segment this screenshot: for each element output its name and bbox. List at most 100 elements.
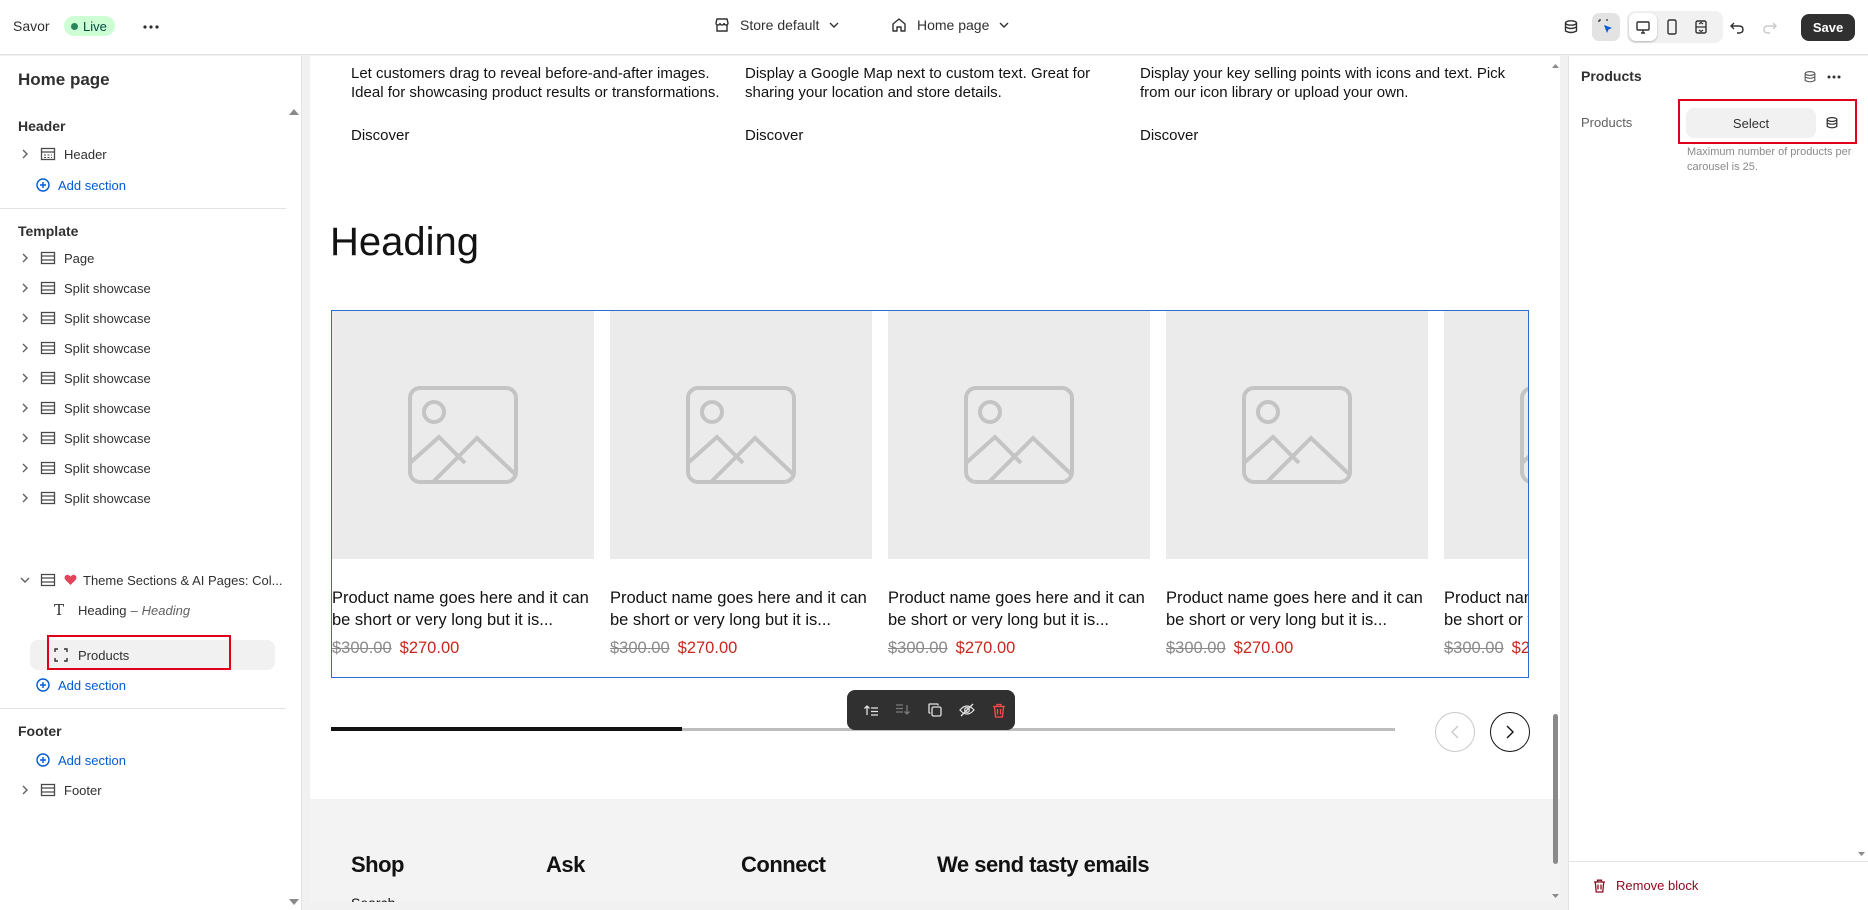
footer-link[interactable]: Search	[351, 894, 395, 902]
product-carousel[interactable]: Product name goes here and it can be sho…	[331, 310, 1529, 678]
product-image[interactable]	[332, 311, 594, 559]
product-card[interactable]: Product name goes here and it can be sho…	[888, 311, 1150, 658]
progress-fill	[331, 727, 683, 731]
product-image[interactable]	[888, 311, 1150, 559]
section-split-showcase[interactable]: Split showcase	[18, 456, 151, 480]
chevron-right-icon[interactable]	[18, 253, 32, 263]
theme-selector[interactable]: Store default	[714, 17, 839, 33]
inspector-select-icon[interactable]	[1592, 13, 1620, 41]
scroll-down-icon[interactable]	[1551, 892, 1560, 900]
chevron-right-icon[interactable]	[18, 493, 32, 503]
carousel-next-button[interactable]	[1490, 712, 1530, 752]
more-options-icon[interactable]	[1820, 63, 1848, 91]
section-page[interactable]: Page	[18, 246, 94, 270]
move-up-icon[interactable]	[859, 698, 883, 722]
chevron-right-icon[interactable]	[18, 313, 32, 323]
section-split-showcase[interactable]: Split showcase	[18, 276, 151, 300]
product-name[interactable]: Product name goes here and it can be sho…	[888, 587, 1150, 631]
undo-icon[interactable]	[1723, 13, 1751, 41]
chevron-right-icon[interactable]	[18, 343, 32, 353]
chevron-right-icon[interactable]	[18, 433, 32, 443]
page-selector[interactable]: Home page	[891, 17, 1009, 33]
discover-link[interactable]: Discover	[1140, 127, 1198, 144]
section-split-showcase[interactable]: Split showcase	[18, 426, 151, 450]
section-icon	[40, 341, 56, 355]
section-footer[interactable]: Footer	[18, 778, 102, 802]
section-split-showcase[interactable]: Split showcase	[18, 486, 151, 510]
add-section-header[interactable]: Add section	[36, 174, 126, 196]
section-split-showcase[interactable]: Split showcase	[18, 396, 151, 420]
product-card[interactable]: Product name goes here and it can be sho…	[332, 311, 594, 658]
chevron-right-icon[interactable]	[18, 463, 32, 473]
product-image[interactable]	[1166, 311, 1428, 559]
scroll-up-icon[interactable]	[1551, 62, 1560, 70]
section-icon	[40, 461, 56, 475]
product-price: $300.00 $270.00	[332, 639, 594, 658]
chevron-down-icon	[999, 22, 1009, 28]
section-label: Split showcase	[64, 430, 151, 446]
product-card[interactable]: Product name goes here and it can be sho…	[1166, 311, 1428, 658]
footer-heading: Connect	[741, 852, 826, 877]
desktop-view-icon[interactable]	[1629, 13, 1657, 41]
discover-link[interactable]: Discover	[351, 127, 409, 144]
chevron-right-icon[interactable]	[18, 149, 32, 159]
product-name[interactable]: Product name goes here and it can be sho…	[332, 587, 594, 631]
text-block-icon: T	[54, 601, 65, 619]
section-split-showcase[interactable]: Split showcase	[18, 336, 151, 360]
add-section-template[interactable]: Add section	[36, 674, 126, 696]
delete-icon[interactable]	[987, 698, 1011, 722]
product-name[interactable]: Product name goes here and it can be sho…	[1166, 587, 1428, 631]
redo-icon[interactable]	[1756, 13, 1784, 41]
mobile-view-icon[interactable]	[1658, 13, 1686, 41]
scrollbar-thumb[interactable]	[1553, 714, 1558, 864]
theme-database-icon[interactable]	[1557, 13, 1585, 41]
store-name[interactable]: Savor	[13, 18, 50, 34]
preview-scrollbar[interactable]	[1551, 56, 1560, 902]
footer-heading: Shop	[351, 852, 405, 877]
product-image[interactable]	[1444, 311, 1528, 559]
chevron-right-icon[interactable]	[18, 785, 32, 795]
section-theme-sections[interactable]: Theme Sections & AI Pages: Col...	[18, 568, 282, 592]
theme-preview: Let customers drag to reveal before-and-…	[310, 56, 1560, 902]
product-name[interactable]: Product name goes here and it can be sho…	[1444, 587, 1528, 631]
chevron-right-icon[interactable]	[18, 283, 32, 293]
heart-icon	[64, 574, 77, 586]
move-down-icon[interactable]	[891, 698, 915, 722]
duplicate-icon[interactable]	[923, 698, 947, 722]
scroll-down-icon[interactable]	[289, 898, 299, 906]
block-sublabel: Heading	[141, 602, 191, 618]
more-options-icon[interactable]	[137, 13, 165, 41]
section-icon	[40, 783, 56, 797]
section-label: Footer	[64, 782, 102, 798]
section-label: Header	[64, 146, 107, 162]
section-header[interactable]: Header	[18, 142, 107, 166]
scroll-up-icon[interactable]	[289, 108, 299, 116]
product-name[interactable]: Product name goes here and it can be sho…	[610, 587, 872, 631]
section-heading[interactable]: Heading	[330, 220, 479, 265]
live-dot-icon	[71, 22, 78, 30]
discover-link[interactable]: Discover	[745, 127, 803, 144]
section-icon	[40, 491, 56, 505]
product-image[interactable]	[610, 311, 872, 559]
footer-heading: Ask	[546, 852, 585, 877]
image-placeholder-icon	[1242, 386, 1352, 484]
block-heading[interactable]: T Heading – Heading	[54, 598, 190, 622]
top-bar: Savor Live Store default Home page Save	[0, 0, 1868, 55]
product-card[interactable]: Product name goes here and it can be sho…	[610, 311, 872, 658]
scroll-down-icon[interactable]	[1857, 850, 1866, 858]
chevron-right-icon[interactable]	[18, 403, 32, 413]
section-split-showcase[interactable]: Split showcase	[18, 306, 151, 330]
carousel-prev-button[interactable]	[1435, 712, 1475, 752]
page-title: Home page	[18, 70, 110, 89]
section-split-showcase[interactable]: Split showcase	[18, 366, 151, 390]
divider	[0, 208, 286, 209]
add-section-footer[interactable]: Add section	[36, 749, 126, 771]
chevron-right-icon[interactable]	[18, 373, 32, 383]
block-toolbar	[847, 690, 1015, 730]
remove-block-button[interactable]: Remove block	[1593, 878, 1698, 893]
product-card[interactable]: Product name goes here and it can be sho…	[1444, 311, 1528, 658]
chevron-down-icon[interactable]	[18, 577, 32, 583]
hide-eye-icon[interactable]	[955, 698, 979, 722]
save-button[interactable]: Save	[1801, 14, 1855, 41]
fullscreen-view-icon[interactable]	[1687, 13, 1715, 41]
